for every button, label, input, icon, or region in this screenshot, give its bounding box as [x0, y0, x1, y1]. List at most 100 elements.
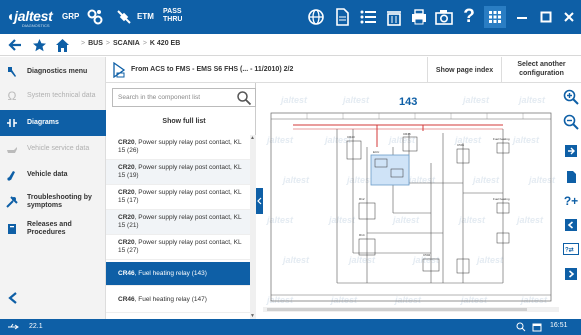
svg-text:jaltest: jaltest — [346, 175, 374, 185]
svg-text:CR20: CR20 — [347, 135, 355, 139]
svg-text:jaltest: jaltest — [328, 215, 356, 225]
jaltest-logo: ◖jaltest — [6, 8, 53, 24]
favorite-star-icon[interactable] — [32, 36, 47, 54]
previous-page-icon[interactable] — [563, 217, 579, 233]
collapse-sidebar-chevron-icon[interactable] — [8, 291, 18, 307]
list-icon[interactable] — [357, 6, 379, 28]
grp-label[interactable]: GRP — [62, 12, 79, 21]
sidebar-item-vehicle-service-data[interactable]: Vehicle service data — [0, 136, 106, 162]
sidebar-item-releases-procedures[interactable]: Releases and Procedures — [0, 216, 106, 242]
component-list: CR20, Power supply relay post contact, K… — [106, 135, 250, 319]
component-desc: , Power supply relay post contact, KL 15… — [118, 189, 242, 204]
breadcrumb-scania[interactable]: SCANIA — [113, 40, 140, 47]
search-input[interactable] — [113, 89, 228, 106]
help-query-icon[interactable]: ?+ — [563, 193, 579, 209]
component-desc: , Fuel heating relay (143) — [134, 270, 207, 277]
back-arrow-icon[interactable] — [8, 36, 22, 54]
svg-text:jaltest: jaltest — [476, 255, 504, 265]
grp-gears-icon[interactable] — [84, 6, 106, 28]
svg-text:jaltest: jaltest — [348, 255, 376, 265]
sidebar-item-label: Vehicle service data — [27, 145, 90, 152]
breadcrumb-bar: > BUS > SCANIA > K 420 EB — [0, 34, 581, 56]
svg-text:?⇄: ?⇄ — [565, 246, 574, 254]
sidebar-item-label: Troubleshooting by symptoms — [27, 194, 92, 209]
logo-subtitle: DIAGNOSTICS — [22, 23, 50, 28]
legend-icon[interactable]: ?⇄ — [563, 241, 579, 257]
etm-satellite-icon[interactable] — [113, 6, 135, 28]
play-document-icon — [112, 61, 126, 79]
breadcrumb-model[interactable]: K 420 EB — [150, 40, 180, 47]
component-desc: , Power supply relay post contact, KL 15… — [118, 239, 242, 254]
apps-grid-icon[interactable] — [484, 6, 506, 28]
tools-icon — [6, 196, 18, 208]
show-full-list-button[interactable]: Show full list — [112, 112, 256, 131]
list-item[interactable]: CR20, Power supply relay post contact, K… — [106, 135, 250, 160]
list-item[interactable]: CR20, Power supply relay post contact, K… — [106, 235, 250, 260]
scroll-up-icon[interactable]: ▲ — [250, 135, 255, 141]
svg-text:jaltest: jaltest — [392, 215, 420, 225]
component-code: CR20 — [118, 214, 135, 221]
svg-text:jaltest: jaltest — [330, 295, 358, 305]
sidebar: Diagnostics menu Ω System technical data… — [0, 57, 106, 319]
component-code: CR20 — [118, 139, 135, 146]
list-item[interactable]: CR20, Power supply relay post contact, K… — [106, 160, 250, 185]
svg-text:jaltest: jaltest — [282, 255, 310, 265]
close-icon[interactable] — [558, 6, 580, 28]
svg-text:C501: C501 — [457, 143, 465, 147]
page-number: 143 — [399, 96, 418, 108]
component-code: CR20 — [118, 164, 135, 171]
sidebar-item-system-technical-data[interactable]: Ω System technical data — [0, 83, 106, 109]
svg-text:jaltest: jaltest — [512, 135, 540, 145]
zoom-out-icon[interactable] — [563, 114, 579, 130]
list-item[interactable]: CR20, Power supply relay post contact, K… — [106, 210, 250, 235]
zoom-in-icon[interactable] — [563, 89, 579, 105]
component-info-icon[interactable] — [563, 169, 579, 185]
software-version: 22.1 — [29, 323, 43, 330]
component-desc: , Power supply relay post contact, KL 15… — [118, 214, 242, 229]
sidebar-item-diagrams[interactable]: Diagrams — [0, 110, 106, 136]
svg-text:Fuel heating: Fuel heating — [493, 197, 510, 201]
diagram-icon — [6, 117, 18, 129]
fit-page-icon[interactable] — [563, 143, 579, 159]
help-icon[interactable]: ? — [458, 6, 480, 28]
show-page-index-button[interactable]: Show page index — [427, 57, 501, 83]
search-icon[interactable] — [236, 90, 252, 106]
svg-text:jaltest: jaltest — [266, 295, 294, 305]
breadcrumb: > BUS > SCANIA > K 420 EB — [78, 40, 180, 47]
maximize-icon[interactable] — [535, 6, 557, 28]
svg-text:jaltest: jaltest — [516, 215, 544, 225]
svg-text:jaltest: jaltest — [460, 295, 488, 305]
home-icon[interactable] — [55, 36, 70, 54]
svg-text:R14: R14 — [359, 233, 365, 237]
svg-text:jaltest: jaltest — [266, 215, 294, 225]
svg-text:jaltest: jaltest — [458, 215, 486, 225]
usb-connection-icon — [7, 323, 19, 333]
sidebar-item-vehicle-data[interactable]: Vehicle data — [0, 162, 106, 188]
list-scrollbar[interactable]: ▲ ▼ — [250, 135, 256, 319]
sidebar-item-label: Vehicle data — [27, 171, 68, 178]
clock-time: 16:51 — [550, 322, 568, 329]
list-item-selected[interactable]: CR46, Fuel heating relay (143) — [106, 262, 250, 286]
minimize-icon[interactable] — [511, 6, 533, 28]
svg-text:jaltest: jaltest — [388, 135, 416, 145]
select-configuration-button[interactable]: Select another configuration — [501, 57, 581, 83]
svg-text:jaltest: jaltest — [472, 175, 500, 185]
next-page-icon[interactable] — [563, 266, 579, 282]
breadcrumb-bus[interactable]: BUS — [88, 40, 103, 47]
camera-icon[interactable] — [433, 6, 455, 28]
list-item[interactable]: CR46, Fuel heating relay (147) — [106, 288, 250, 313]
sidebar-item-diagnostics-menu[interactable]: Diagnostics menu — [0, 61, 106, 83]
print-icon[interactable] — [408, 6, 430, 28]
pass-thru-label[interactable]: PASS THRU — [163, 8, 189, 24]
sidebar-item-troubleshooting[interactable]: Troubleshooting by symptoms — [0, 188, 106, 216]
svg-text:jaltest: jaltest — [266, 135, 294, 145]
document-icon[interactable] — [331, 6, 353, 28]
top-toolbar: ◖jaltest DIAGNOSTICS GRP ETM PASS THRU ? — [0, 0, 581, 34]
trash-icon[interactable] — [383, 6, 405, 28]
wiring-diagram-view[interactable]: jaltest jaltest jaltest jaltest jaltest jalt… — [263, 83, 559, 319]
collapse-list-handle[interactable] — [256, 188, 263, 214]
list-item[interactable]: CR20, Power supply relay post contact, K… — [106, 185, 250, 210]
etm-label[interactable]: ETM — [137, 12, 154, 21]
gauge-icon — [6, 169, 18, 181]
globe-icon[interactable] — [305, 6, 327, 28]
